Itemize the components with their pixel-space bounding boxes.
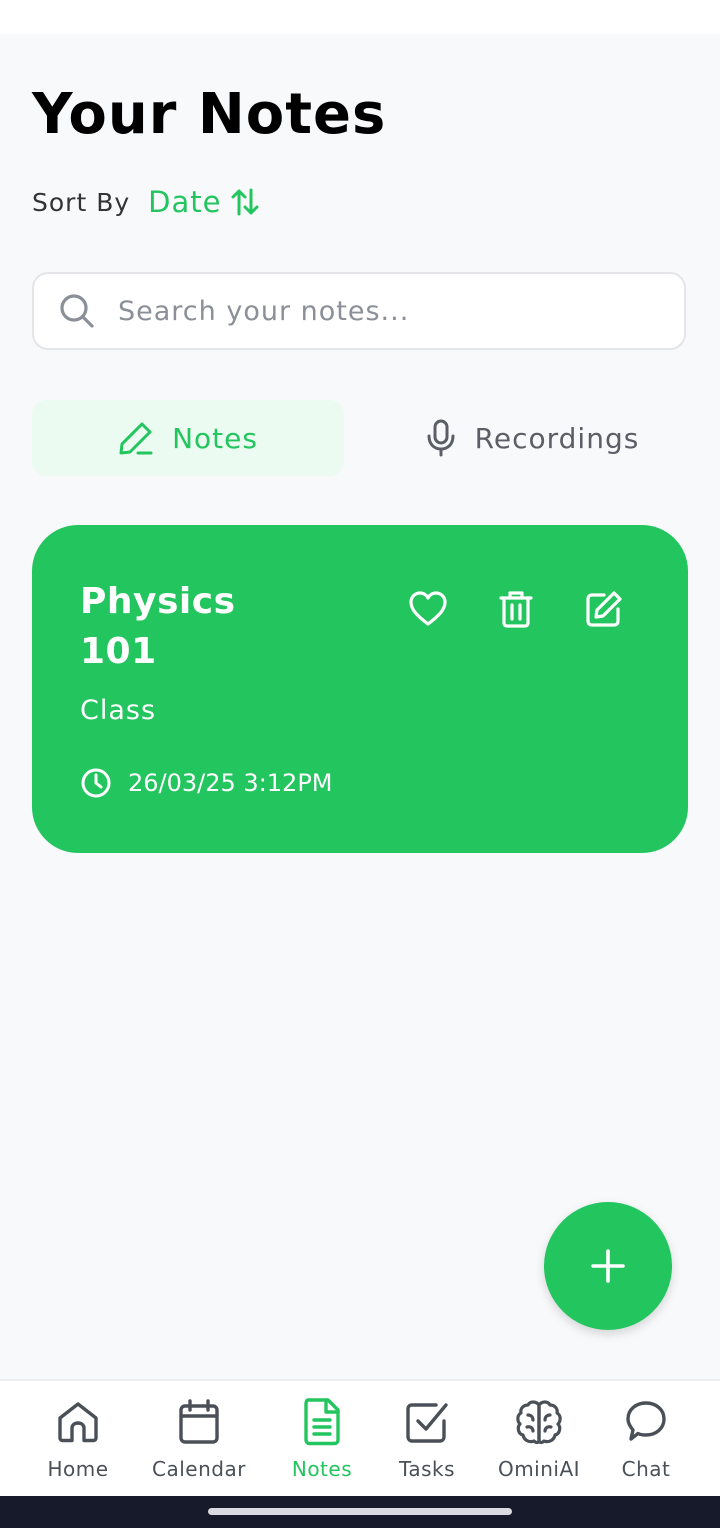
chat-bubble-icon bbox=[623, 1397, 669, 1447]
document-icon bbox=[302, 1397, 342, 1447]
page-title: Your Notes bbox=[32, 82, 387, 147]
calendar-icon bbox=[177, 1397, 221, 1447]
edit-icon bbox=[586, 591, 622, 627]
nav-ominiai[interactable]: OminiAI bbox=[484, 1397, 594, 1487]
trash-icon bbox=[499, 591, 533, 628]
sort-row: Sort By Date bbox=[32, 182, 259, 222]
nav-ominiai-label: OminiAI bbox=[497, 1457, 581, 1481]
nav-calendar-label: Calendar bbox=[152, 1457, 246, 1481]
brain-icon bbox=[515, 1397, 563, 1447]
nav-tasks[interactable]: Tasks bbox=[372, 1397, 482, 1487]
add-note-button[interactable] bbox=[544, 1202, 672, 1330]
favorite-button[interactable] bbox=[406, 587, 450, 631]
microphone-icon bbox=[425, 419, 457, 457]
delete-button[interactable] bbox=[494, 587, 538, 631]
nav-home[interactable]: Home bbox=[23, 1397, 133, 1487]
note-card[interactable]: Physics 101 Class 26/03/25 3:12PM bbox=[32, 525, 688, 853]
tab-notes-label: Notes bbox=[172, 421, 258, 455]
tab-recordings-label: Recordings bbox=[474, 421, 640, 455]
search-input[interactable] bbox=[116, 294, 640, 328]
tab-notes[interactable]: Notes bbox=[32, 400, 344, 476]
clock-icon bbox=[80, 767, 112, 799]
heart-icon bbox=[409, 591, 447, 626]
pencil-icon bbox=[118, 420, 154, 456]
sort-label: Sort By bbox=[32, 187, 131, 217]
home-indicator[interactable] bbox=[208, 1508, 512, 1515]
nav-tasks-label: Tasks bbox=[398, 1457, 456, 1481]
nav-calendar[interactable]: Calendar bbox=[144, 1397, 254, 1487]
bottom-nav: Home Calendar Notes Tasks OminiAI Chat bbox=[0, 1379, 720, 1496]
note-date-row: 26/03/25 3:12PM bbox=[80, 767, 333, 799]
checkbox-icon bbox=[404, 1397, 450, 1447]
note-subtitle: Class bbox=[80, 695, 157, 726]
status-bar bbox=[0, 0, 720, 34]
sort-value: Date bbox=[148, 185, 222, 219]
search-icon bbox=[58, 292, 96, 330]
note-datetime: 26/03/25 3:12PM bbox=[128, 769, 333, 797]
nav-home-label: Home bbox=[47, 1457, 109, 1481]
sort-arrows-icon bbox=[231, 188, 259, 216]
nav-notes[interactable]: Notes bbox=[267, 1397, 377, 1487]
nav-chat-label: Chat bbox=[621, 1457, 671, 1481]
edit-button[interactable] bbox=[582, 587, 626, 631]
tab-recordings[interactable]: Recordings bbox=[376, 400, 688, 476]
sort-button[interactable]: Date bbox=[148, 185, 259, 219]
search-box[interactable] bbox=[32, 272, 686, 350]
note-title: Physics 101 bbox=[80, 581, 236, 672]
nav-notes-label: Notes bbox=[291, 1457, 353, 1481]
system-navigation-bar bbox=[0, 1496, 720, 1528]
plus-icon bbox=[591, 1249, 625, 1283]
notes-tabs: Notes Recordings bbox=[32, 400, 688, 476]
home-icon bbox=[56, 1397, 100, 1447]
nav-chat[interactable]: Chat bbox=[591, 1397, 701, 1487]
